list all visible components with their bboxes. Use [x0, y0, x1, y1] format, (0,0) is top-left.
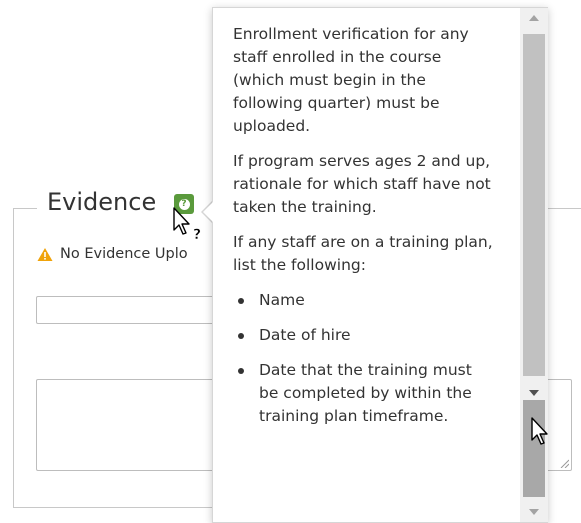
- popover-paragraph: If program serves ages 2 and up, rationa…: [233, 152, 491, 216]
- no-evidence-warning: No Evidence Uplo: [37, 246, 188, 262]
- popover-scrollbar[interactable]: [520, 8, 548, 522]
- svg-text:?: ?: [193, 227, 201, 243]
- list-item: Date that the training must be completed…: [233, 359, 495, 428]
- warning-icon: [37, 247, 53, 261]
- page: Evidence ? No Evidence Uplo Enrollment v…: [0, 0, 581, 523]
- fieldset-border-top-right: [548, 208, 581, 209]
- popover-content: Enrollment verification for any staff en…: [233, 23, 495, 440]
- help-question-icon[interactable]: ?: [174, 194, 194, 214]
- list-item: Date of hire: [233, 324, 495, 347]
- help-popover: Enrollment verification for any staff en…: [212, 7, 548, 523]
- scrollbar-thumb[interactable]: [523, 34, 545, 376]
- chevron-up-icon: [529, 15, 539, 21]
- chevron-down-icon: [529, 390, 539, 396]
- evidence-legend: Evidence: [47, 188, 157, 216]
- fieldset-border-top-left: [13, 208, 37, 209]
- fieldset-border-bottom: [13, 507, 223, 508]
- staff-info-list: Name Date of hire Date that the training…: [233, 289, 495, 428]
- fieldset-border-left: [13, 208, 14, 508]
- popover-arrow-fill: [203, 201, 214, 223]
- popover-paragraph: If any staff are on a training plan, lis…: [233, 233, 493, 274]
- evidence-title-input[interactable]: [36, 296, 236, 324]
- list-item: Name: [233, 289, 495, 312]
- popover-paragraph: Enrollment verification for any staff en…: [233, 25, 469, 135]
- no-evidence-text: No Evidence Uplo: [60, 246, 188, 262]
- scroll-up-button[interactable]: [520, 8, 548, 28]
- resize-grip-icon[interactable]: [559, 458, 569, 468]
- scroll-down-button-bottom[interactable]: [520, 502, 548, 522]
- chevron-down-icon: [529, 509, 539, 515]
- scrollbar-thumb-secondary[interactable]: [523, 400, 545, 497]
- question-icon: ?: [178, 198, 190, 210]
